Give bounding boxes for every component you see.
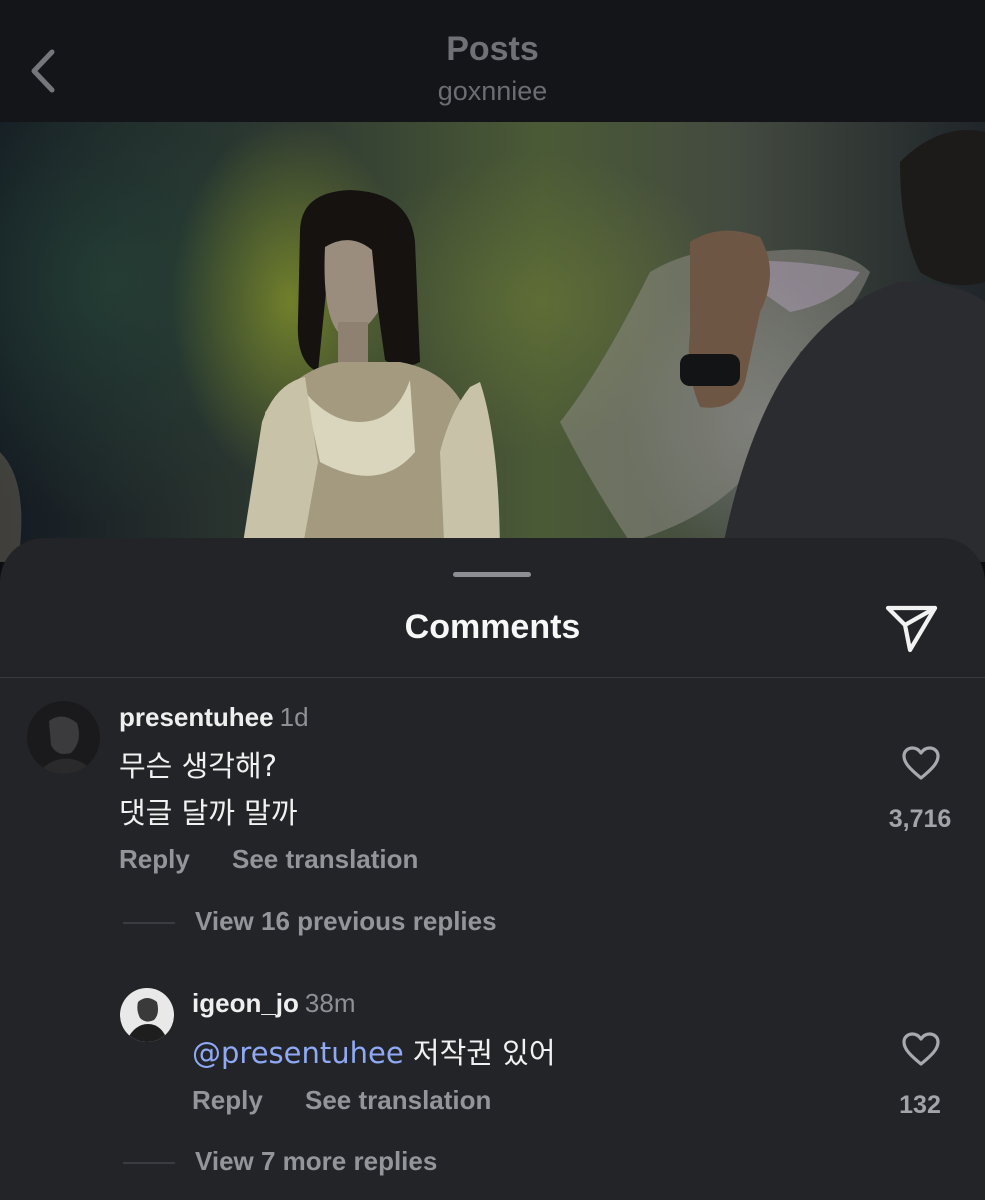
- see-translation-button[interactable]: See translation: [305, 1085, 491, 1116]
- reply-username-text[interactable]: igeon_jo: [192, 988, 299, 1018]
- avatar-image: [120, 988, 174, 1042]
- like-count: 132: [899, 1091, 941, 1119]
- comment-text-line: 댓글 달까 말까: [119, 796, 298, 830]
- view-more-replies-button[interactable]: View 7 more replies: [195, 1146, 437, 1177]
- heart-outline-icon: [902, 746, 940, 780]
- share-paper-plane-icon: [885, 605, 938, 653]
- mention-link[interactable]: @presentuhee: [192, 1036, 404, 1070]
- comment-username-text[interactable]: presentuhee: [119, 702, 274, 732]
- like-button[interactable]: [901, 745, 941, 781]
- sheet-divider: [0, 677, 985, 678]
- thread-line: [123, 922, 175, 924]
- view-previous-replies-button[interactable]: View 16 previous replies: [195, 906, 497, 937]
- like-button[interactable]: [901, 1031, 941, 1067]
- page-title: Posts: [446, 30, 539, 68]
- reply-timestamp: 38m: [304, 988, 356, 1018]
- top-nav-bar: Posts goxnniee: [0, 0, 985, 122]
- share-button[interactable]: [884, 602, 940, 654]
- heart-outline-icon: [902, 1032, 940, 1066]
- reply-text-body: 저작권 있어: [403, 1036, 556, 1070]
- comment-username[interactable]: presentuhee 1d: [119, 702, 309, 733]
- avatar[interactable]: [27, 701, 100, 774]
- like-count: 3,716: [888, 805, 952, 833]
- reply-button[interactable]: Reply: [192, 1085, 263, 1116]
- account-username: goxnniee: [437, 76, 548, 106]
- reply-username[interactable]: igeon_jo 38m: [192, 988, 355, 1019]
- avatar-image: [27, 701, 100, 774]
- reply-text: @presentuhee 저작권 있어: [192, 1030, 556, 1072]
- sheet-drag-handle[interactable]: [453, 572, 531, 577]
- comments-sheet-title: Comments: [404, 608, 581, 646]
- reply-button[interactable]: Reply: [119, 844, 190, 875]
- comment-text-line: 무슨 생각해?: [119, 749, 278, 783]
- see-translation-button[interactable]: See translation: [232, 844, 418, 875]
- thread-line: [123, 1162, 175, 1164]
- post-photo-illustration: [0, 130, 985, 562]
- comment-timestamp: 1d: [279, 702, 309, 732]
- avatar[interactable]: [120, 988, 174, 1042]
- post-photo[interactable]: [0, 122, 985, 562]
- comments-sheet: Comments presentuhee 1d 무슨 생각해? 댓글 달까 말까 …: [0, 538, 985, 1200]
